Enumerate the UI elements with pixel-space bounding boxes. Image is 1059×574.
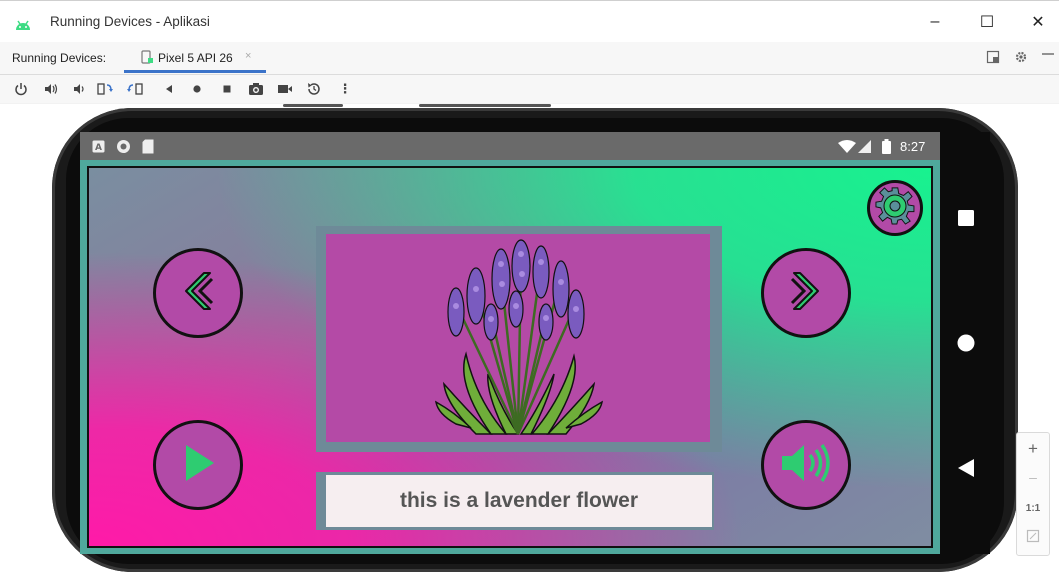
battery-icon (882, 139, 891, 159)
home-icon[interactable] (957, 334, 975, 357)
overview-icon[interactable] (958, 210, 974, 231)
volume-down-icon[interactable] (70, 79, 88, 99)
notification-a-icon: A (92, 140, 105, 158)
settings-button[interactable] (867, 180, 923, 236)
play-icon (176, 441, 220, 490)
app-container: this is a lavender flower (80, 160, 940, 554)
gear-icon[interactable] (1014, 50, 1028, 67)
tab-close-icon[interactable]: × (245, 50, 251, 62)
hide-panel-icon[interactable] (1040, 47, 1054, 64)
speaker-icon (778, 441, 834, 490)
maximize-icon: ☐ (979, 14, 995, 31)
power-icon[interactable] (12, 79, 30, 99)
window-title: Running Devices - Aplikasi (50, 14, 210, 29)
flower-image (326, 234, 710, 442)
rotate-left-icon[interactable] (96, 79, 114, 99)
device-icon (140, 50, 154, 69)
play-button[interactable] (153, 420, 243, 510)
minimize-button[interactable]: – (921, 9, 949, 35)
zoom-in-button[interactable]: + (1017, 439, 1049, 459)
splitter-handle[interactable] (283, 104, 343, 107)
running-devices-label: Running Devices: (12, 51, 107, 65)
zoom-fit-icon[interactable] (1017, 529, 1049, 548)
minimize-icon: – (930, 13, 940, 30)
tab-label: Pixel 5 API 26 (158, 51, 233, 65)
device-screen[interactable]: A 8:27 this is a lavender flower (80, 132, 940, 554)
close-button[interactable]: ✕ (1024, 9, 1052, 35)
maximize-button[interactable]: ☐ (973, 9, 1001, 35)
sound-button[interactable] (761, 420, 851, 510)
flower-image-frame (316, 226, 722, 452)
sd-card-icon (142, 139, 154, 159)
running-devices-tabs: Running Devices: Pixel 5 API 26 × (0, 42, 1059, 75)
chevron-double-right-icon (782, 267, 830, 320)
close-icon: ✕ (1031, 14, 1045, 31)
next-button[interactable] (761, 248, 851, 338)
volume-up-icon[interactable] (42, 79, 60, 99)
splitter-handle-secondary[interactable] (419, 104, 551, 107)
cell-signal-icon (858, 140, 871, 158)
android-logo-icon (14, 18, 32, 36)
gear-icon (875, 186, 915, 231)
home-icon[interactable] (188, 79, 206, 99)
back-icon[interactable] (160, 79, 178, 99)
screenshot-icon[interactable] (247, 79, 265, 99)
svg-text:A: A (95, 143, 102, 153)
more-options-icon[interactable]: ⋮ (336, 79, 354, 99)
rotate-right-icon[interactable] (126, 79, 144, 99)
tab-pixel-5-api-26[interactable]: Pixel 5 API 26 × (124, 42, 266, 73)
chevron-double-left-icon (174, 267, 222, 320)
caption-text: this is a lavender flower (399, 489, 639, 512)
app-background: this is a lavender flower (87, 166, 933, 548)
layout-icon[interactable] (986, 50, 1000, 67)
overview-icon[interactable] (218, 79, 236, 99)
screen-record-icon[interactable] (276, 79, 294, 99)
snapshot-icon[interactable] (305, 79, 323, 99)
zoom-control: + – 1:1 (1016, 432, 1050, 556)
caption-frame: this is a lavender flower (316, 472, 714, 530)
status-time: 8:27 (900, 139, 926, 154)
zoom-actual-size-button[interactable]: 1:1 (1017, 503, 1049, 514)
caption-box: this is a lavender flower (326, 475, 712, 527)
previous-button[interactable] (153, 248, 243, 338)
window-title-bar: Running Devices - Aplikasi – ☐ ✕ (0, 0, 1059, 43)
status-bar: A 8:27 (80, 132, 940, 160)
back-icon[interactable] (958, 459, 974, 482)
wifi-icon (838, 140, 856, 158)
notification-circle-icon (116, 139, 131, 159)
android-nav-bar (940, 132, 990, 554)
device-toolbar: ⋮ (0, 75, 1059, 103)
zoom-out-button[interactable]: – (1017, 469, 1049, 485)
